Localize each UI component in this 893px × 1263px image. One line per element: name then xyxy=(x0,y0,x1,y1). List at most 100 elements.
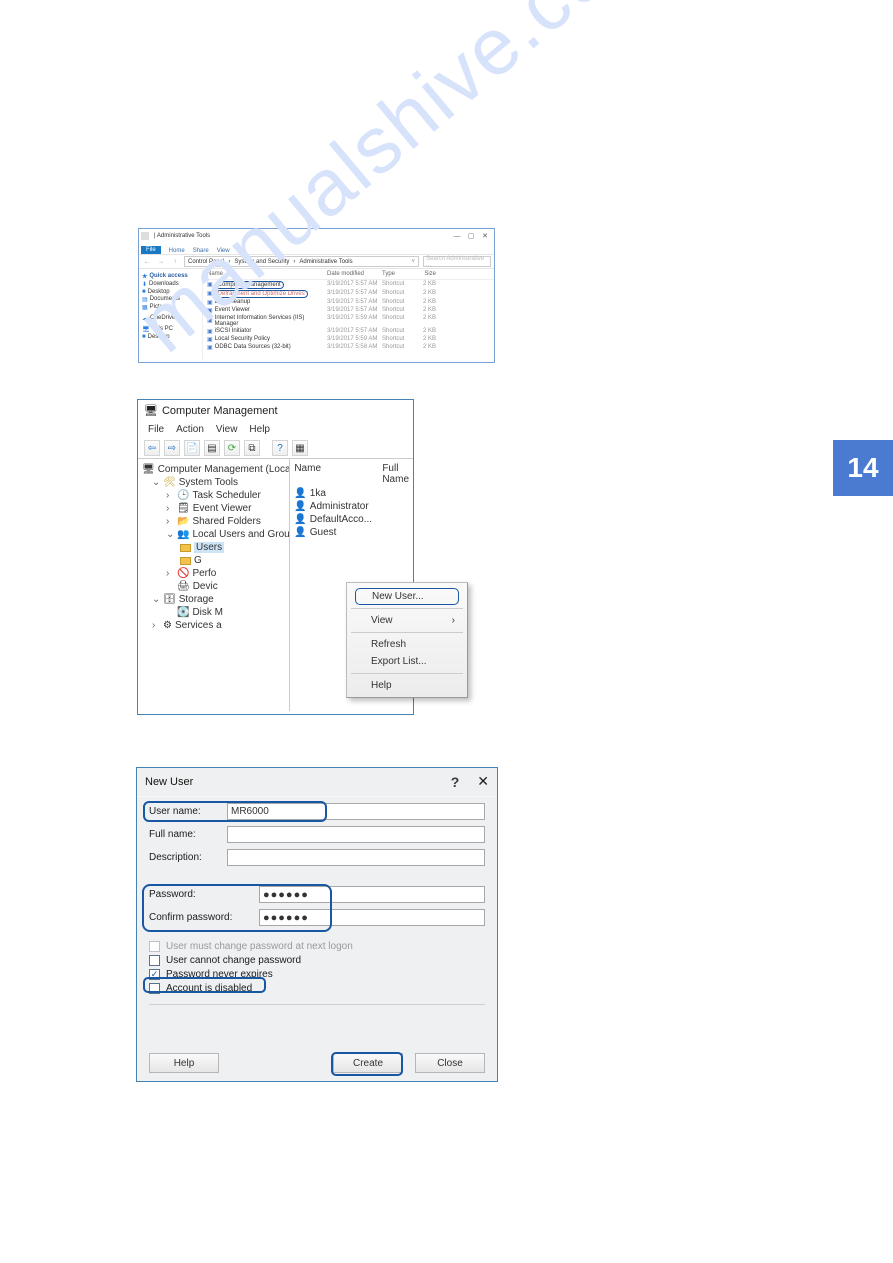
ribbon-file-tab[interactable]: File xyxy=(141,246,161,254)
help-button[interactable]: Help xyxy=(149,1053,219,1073)
menu-file[interactable]: File xyxy=(148,424,164,435)
close-button[interactable]: Close xyxy=(415,1053,485,1073)
file-date: 3/19/2017 5:57 AM xyxy=(327,307,382,314)
file-row[interactable]: ▣Defragment and Optimize Drives3/19/2017… xyxy=(203,289,494,298)
menu-item-help[interactable]: Help xyxy=(349,677,465,694)
menu-separator xyxy=(351,673,463,674)
ribbon-home-tab[interactable]: Home xyxy=(169,248,185,254)
tree-local-users-groups[interactable]: ⌄👥Local Users and Groups xyxy=(142,528,287,541)
sidebar-item-this-pc[interactable]: 🖥This PC xyxy=(142,325,199,333)
close-button[interactable]: ✕ xyxy=(478,231,492,242)
file-row[interactable]: ▣Disk Cleanup3/19/2017 5:57 AMShortcut2 … xyxy=(203,298,494,306)
ribbon-share-tab[interactable]: Share xyxy=(193,248,209,254)
sidebar-item-documents[interactable]: ▤Documents xyxy=(142,295,199,303)
toolbar-views-button[interactable]: ▦ xyxy=(292,440,308,456)
tree-disk-mgmt[interactable]: 💽Disk M xyxy=(142,606,287,619)
nav-back-button[interactable]: ← xyxy=(142,257,152,267)
full-name-field[interactable] xyxy=(227,826,485,843)
checkbox-icon[interactable] xyxy=(149,983,160,994)
breadcrumb-seg[interactable]: Administrative Tools xyxy=(299,259,352,265)
tree-event-viewer[interactable]: ›🗒Event Viewer xyxy=(142,502,287,515)
menu-action[interactable]: Action xyxy=(176,424,204,435)
toolbar-refresh-button[interactable]: ⟳ xyxy=(224,440,240,456)
user-list-row[interactable]: 👤Guest xyxy=(294,526,409,539)
col-size[interactable]: Size xyxy=(414,271,436,277)
col-name[interactable]: Name xyxy=(207,271,327,277)
tree-storage[interactable]: ⌄🗄Storage xyxy=(142,593,287,606)
breadcrumb-seg[interactable]: System and Security xyxy=(234,259,289,265)
user-name-field[interactable]: MR6000 xyxy=(227,803,485,820)
ribbon-view-tab[interactable]: View xyxy=(217,248,230,254)
menu-view[interactable]: View xyxy=(216,424,238,435)
check-cannot-change[interactable]: User cannot change password xyxy=(149,955,485,966)
confirm-password-field[interactable]: ●●●●●● xyxy=(259,909,485,926)
nav-up-button[interactable]: ↑ xyxy=(170,257,180,267)
tree-services[interactable]: ›⚙Services a xyxy=(142,619,287,632)
sidebar-item-pictures[interactable]: ▦Pictures xyxy=(142,303,199,311)
user-list-row[interactable]: 👤Administrator xyxy=(294,500,409,513)
menu-item-view[interactable]: View› xyxy=(349,612,465,629)
tree-groups[interactable]: G xyxy=(142,554,287,567)
minimize-button[interactable]: — xyxy=(450,231,464,242)
tree-label: G xyxy=(194,555,202,566)
check-never-expires[interactable]: ✓ Password never expires xyxy=(149,969,485,980)
list-header[interactable]: Name Full Name xyxy=(294,463,409,487)
menu-help[interactable]: Help xyxy=(249,424,270,435)
explorer-search-input[interactable]: Search Administrative ... xyxy=(423,256,491,267)
maximize-button[interactable]: ▢ xyxy=(464,231,478,242)
breadcrumb[interactable]: Control Panel› System and Security› Admi… xyxy=(184,256,419,267)
tree-shared-folders[interactable]: ›📂Shared Folders xyxy=(142,515,287,528)
toolbar-forward-button[interactable]: ⇨ xyxy=(164,440,180,456)
explorer-ribbon: File Home Share View xyxy=(139,243,494,254)
file-row[interactable]: ▣Computer Management3/19/2017 5:57 AMSho… xyxy=(203,280,494,289)
mmc-menubar: File Action View Help xyxy=(138,421,413,438)
password-field[interactable]: ●●●●●● xyxy=(259,886,485,903)
file-row[interactable]: ▣Internet Information Services (IIS) Man… xyxy=(203,314,494,327)
file-list-header[interactable]: Name Date modified Type Size xyxy=(203,269,494,280)
breadcrumb-dropdown-icon[interactable]: ˅ xyxy=(411,259,415,265)
menu-item-refresh[interactable]: Refresh xyxy=(349,636,465,653)
user-list-row[interactable]: 👤DefaultAcco... xyxy=(294,513,409,526)
toolbar-back-button[interactable]: ⇦ xyxy=(144,440,160,456)
sidebar-item-downloads[interactable]: ⬇Downloads xyxy=(142,280,199,288)
tree-root[interactable]: 🖥Computer Management (Local xyxy=(142,463,287,476)
description-field[interactable] xyxy=(227,849,485,866)
dialog-help-button[interactable]: ? xyxy=(451,774,460,790)
menu-item-export[interactable]: Export List... xyxy=(349,653,465,670)
toolbar-export-button[interactable]: ⧉ xyxy=(244,440,260,456)
toolbar-up-button[interactable]: 📄 xyxy=(184,440,200,456)
file-date: 3/19/2017 5:59 AM xyxy=(327,336,382,343)
col-name[interactable]: Name xyxy=(294,463,382,485)
create-button[interactable]: Create xyxy=(333,1053,403,1073)
checkbox-icon[interactable]: ✓ xyxy=(149,969,160,980)
tree-device-manager[interactable]: 🖨Devic xyxy=(142,580,287,593)
tree-users[interactable]: Users xyxy=(142,541,287,554)
file-row[interactable]: ▣ODBC Data Sources (32-bit)3/19/2017 5:5… xyxy=(203,343,494,351)
dialog-close-button[interactable]: ✕ xyxy=(477,773,489,790)
col-fullname[interactable]: Full Name xyxy=(382,463,409,485)
breadcrumb-seg[interactable]: Control Panel xyxy=(188,259,224,265)
col-date[interactable]: Date modified xyxy=(327,271,382,277)
sidebar-item-onedrive[interactable]: ☁OneDrive xyxy=(142,314,199,322)
tree-task-scheduler[interactable]: ›🕒Task Scheduler xyxy=(142,489,287,502)
tree-performance[interactable]: ›🚫Perfo xyxy=(142,567,287,580)
col-type[interactable]: Type xyxy=(382,271,414,277)
user-list-row[interactable]: 👤1ka xyxy=(294,487,409,500)
nav-fwd-button[interactable]: → xyxy=(156,257,166,267)
toolbar-help-button[interactable]: ? xyxy=(272,440,288,456)
sidebar-item-desktop-2[interactable]: ■Desktop xyxy=(142,333,199,340)
dialog-separator xyxy=(149,1004,485,1005)
tree-system-tools[interactable]: ⌄🛠System Tools xyxy=(142,476,287,489)
check-account-disabled[interactable]: Account is disabled xyxy=(149,983,485,994)
sidebar-item-desktop[interactable]: ■Desktop xyxy=(142,288,199,295)
file-row[interactable]: ▣iSCSI Initiator3/19/2017 5:57 AMShortcu… xyxy=(203,327,494,335)
checkbox-icon[interactable] xyxy=(149,955,160,966)
users-icon: 👥 xyxy=(177,529,189,540)
file-row[interactable]: ▣Event Viewer3/19/2017 5:57 AMShortcut2 … xyxy=(203,306,494,314)
file-row[interactable]: ▣Local Security Policy3/19/2017 5:59 AMS… xyxy=(203,335,494,343)
menu-item-new-user[interactable]: New User... xyxy=(355,588,459,605)
check-label: User must change password at next logon xyxy=(166,941,353,952)
sidebar-item-quick-access[interactable]: ★Quick access xyxy=(142,272,199,280)
file-type: Shortcut xyxy=(382,307,414,314)
toolbar-props-button[interactable]: ▤ xyxy=(204,440,220,456)
